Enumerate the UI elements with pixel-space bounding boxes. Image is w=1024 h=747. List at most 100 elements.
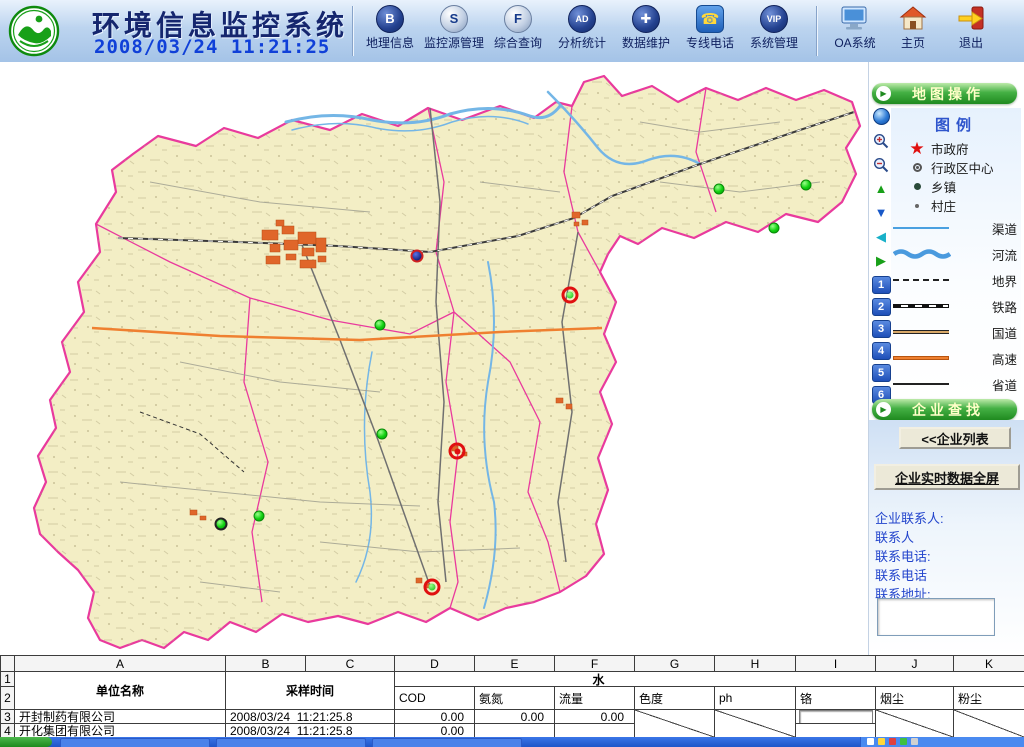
- flow-value-cell: 0.00: [555, 710, 635, 724]
- map-operations-title: 地图操作: [897, 84, 999, 104]
- unit-name-header: 单位名称: [15, 672, 226, 710]
- param-header-chromium: 铬: [796, 687, 876, 710]
- map-area[interactable]: [0, 62, 868, 655]
- map-marker-green[interactable]: [714, 184, 725, 195]
- param-header-chroma: 色度: [635, 687, 715, 710]
- app-window: 环境信息监控系统 2008/03/24 11:21:25 B 地理信息 S 监控…: [0, 0, 1024, 747]
- map-marker-green[interactable]: [375, 320, 386, 331]
- start-button[interactable]: [0, 737, 52, 747]
- tray-icon[interactable]: [878, 738, 885, 745]
- map-marker-green[interactable]: [377, 429, 388, 440]
- nav-label: 数据维护: [622, 34, 670, 51]
- map-marker-red-ring-green[interactable]: [562, 287, 579, 304]
- legend-item-canal: 渠道: [891, 215, 1021, 241]
- zoom-out-icon[interactable]: [873, 156, 890, 173]
- pan-right-icon[interactable]: ▶: [873, 252, 890, 269]
- query-icon: F: [504, 5, 532, 33]
- header-datetime: 2008/03/24 11:21:25: [94, 36, 330, 58]
- nav-label: 监控源管理: [424, 34, 484, 51]
- zoom-level-4[interactable]: 4: [872, 342, 891, 360]
- map-operations-header[interactable]: ▶ 地图操作: [872, 83, 1017, 104]
- nav-statistics[interactable]: AD 分析统计: [550, 3, 614, 51]
- map-marker-green[interactable]: [254, 511, 265, 522]
- grid-corner: [1, 656, 15, 672]
- legend-item-provincial-road: 省道: [891, 371, 1021, 397]
- enterprise-search-header[interactable]: ▶ 企业查找: [872, 399, 1017, 420]
- statistics-icon: AD: [568, 5, 596, 33]
- cell-input-box[interactable]: [799, 710, 873, 724]
- enterprise-panel: <<企业列表 企业实时数据全屏 企业联系人: 联系人 联系电话: 联系电话 联系…: [869, 420, 1024, 655]
- row-header: 4: [1, 724, 15, 738]
- zoom-in-icon[interactable]: [873, 132, 890, 149]
- na-cell: [635, 710, 715, 738]
- legend-item-river: 河流: [891, 241, 1021, 267]
- param-header-smoke: 烟尘: [876, 687, 954, 710]
- phone-label: 联系电话:: [875, 546, 931, 565]
- unit-name-cell: 开化集团有限公司: [15, 724, 226, 738]
- nav-system-admin[interactable]: VIP 系统管理: [742, 3, 806, 51]
- cod-value-cell: 0.00: [395, 710, 475, 724]
- nh3n-value-cell: 0.00: [475, 710, 555, 724]
- pan-up-icon[interactable]: ▲: [873, 180, 890, 197]
- param-header-nh3n: 氨氮: [475, 687, 555, 710]
- zoom-level-2[interactable]: 2: [872, 298, 891, 316]
- map-marker-green[interactable]: [801, 180, 812, 191]
- pan-left-icon[interactable]: ◀: [873, 228, 890, 245]
- contact-value: 联系人: [875, 527, 914, 546]
- taskbar-window-button[interactable]: [216, 738, 366, 747]
- vip-icon: VIP: [760, 5, 788, 33]
- map-canvas: [0, 62, 868, 655]
- header-bar: 环境信息监控系统 2008/03/24 11:21:25 B 地理信息 S 监控…: [0, 0, 1024, 63]
- map-marker-red-star-ring[interactable]: [449, 443, 466, 460]
- nav-hotline[interactable]: ☎ 专线电话: [678, 3, 742, 51]
- nav-oa-system[interactable]: OA系统: [826, 3, 884, 51]
- zoom-level-3[interactable]: 3: [872, 320, 891, 338]
- taskbar-window-button[interactable]: [372, 738, 522, 747]
- legend-item-village: 村庄: [891, 196, 1021, 215]
- nav-label: 系统管理: [750, 34, 798, 51]
- panel-arrow-icon: ▶: [876, 86, 891, 101]
- row-header: 2: [1, 687, 15, 710]
- col-header: B: [226, 656, 306, 672]
- map-marker-red-ring-green[interactable]: [424, 579, 441, 596]
- nav-label: 退出: [959, 34, 983, 51]
- col-header: D: [395, 656, 475, 672]
- empty-cell: [796, 724, 876, 738]
- nav-data-maintenance[interactable]: ✚ 数据维护: [614, 3, 678, 51]
- legend-item-admin-center: 行政区中心: [891, 158, 1021, 177]
- city-gov-star-icon: ★: [909, 140, 924, 157]
- tray-icon[interactable]: [889, 738, 896, 745]
- pan-globe-icon[interactable]: [873, 108, 890, 125]
- nav-label: 综合查询: [494, 34, 542, 51]
- nav-geo-info[interactable]: B 地理信息: [358, 3, 422, 51]
- enterprise-search-title: 企业查找: [897, 400, 999, 420]
- flow-value-cell: [555, 724, 635, 738]
- taskbar-window-button[interactable]: [60, 738, 210, 747]
- epa-logo-icon: [8, 5, 60, 57]
- address-input[interactable]: [877, 598, 995, 636]
- tray-icon[interactable]: [867, 738, 874, 745]
- village-dot-icon: [915, 204, 919, 208]
- realtime-data-grid: A B C D E F G H I J K 1 2 3 4 单位名称 采样时间 …: [0, 655, 1024, 737]
- map-marker-green-ring[interactable]: [215, 518, 228, 531]
- nav-home[interactable]: 主页: [884, 3, 942, 51]
- map-marker-blue-ring[interactable]: [411, 250, 424, 263]
- enterprise-list-button[interactable]: <<企业列表: [899, 427, 1011, 449]
- enterprise-realtime-fullscreen-button[interactable]: 企业实时数据全屏: [874, 464, 1020, 490]
- tray-icon[interactable]: [911, 738, 918, 745]
- zoom-level-1[interactable]: 1: [872, 276, 891, 294]
- nav-query[interactable]: F 综合查询: [486, 3, 550, 51]
- pan-down-icon[interactable]: ▼: [873, 204, 890, 221]
- map-marker-green[interactable]: [769, 223, 780, 234]
- na-cell: [715, 710, 796, 738]
- legend-item-city-gov: ★ 市政府: [891, 139, 1021, 158]
- tray-icon[interactable]: [900, 738, 907, 745]
- nav-exit[interactable]: 退出: [942, 3, 1000, 51]
- nav-label: 主页: [901, 34, 925, 51]
- sample-time-cell: 2008/03/24 11:21:25.8: [226, 724, 395, 738]
- nav-monitor-source[interactable]: S 监控源管理: [422, 3, 486, 51]
- legend-item-boundary: 地界: [891, 267, 1021, 293]
- legend-title: 图例: [891, 114, 1021, 135]
- zoom-level-5[interactable]: 5: [872, 364, 891, 382]
- water-group-header: 水: [395, 672, 1024, 687]
